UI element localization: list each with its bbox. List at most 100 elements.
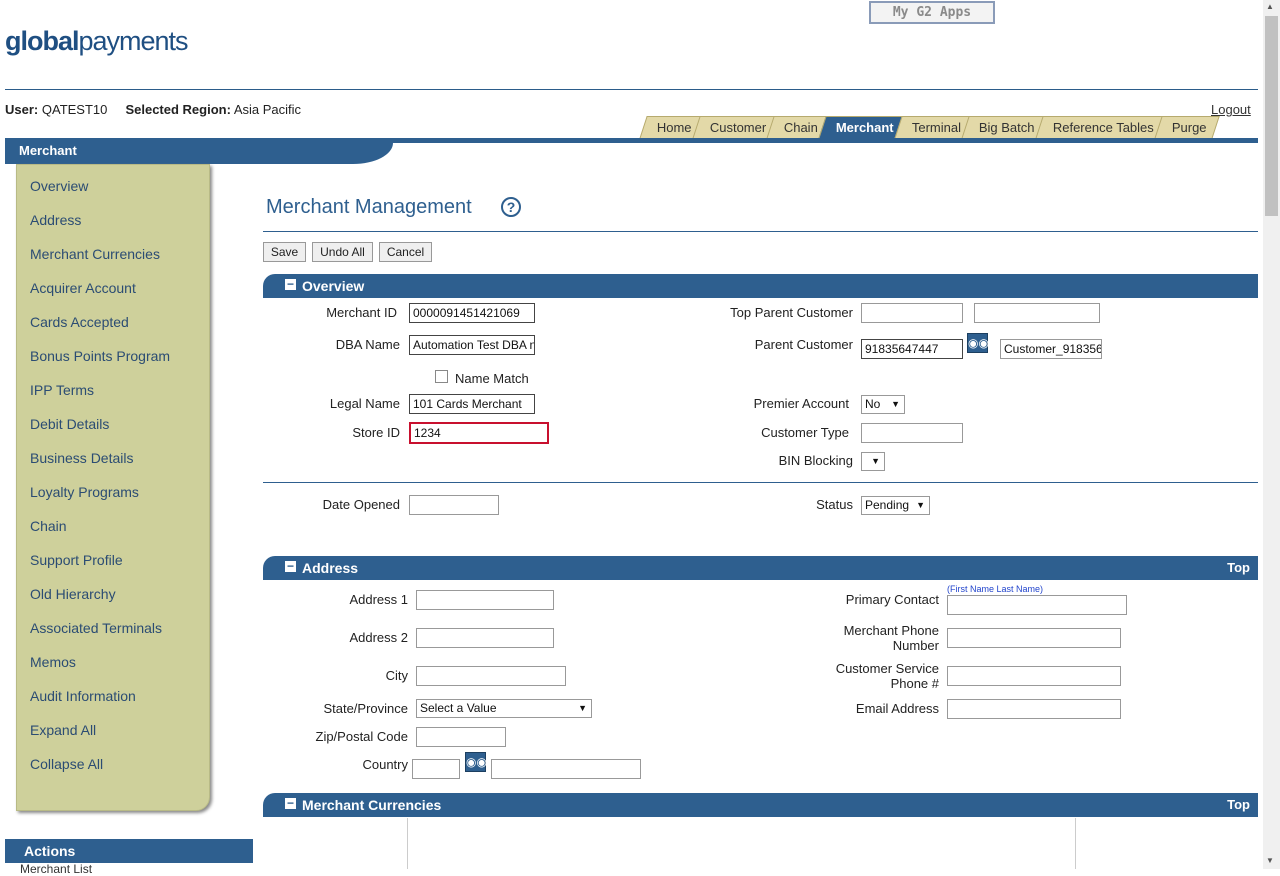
country-label: Country — [362, 757, 408, 772]
parent-customer-name-field[interactable]: Customer_918356 — [1000, 339, 1102, 359]
main-tabs: Home Customer Chain Merchant Terminal Bi… — [639, 116, 1219, 139]
logout-link[interactable]: Logout — [1211, 102, 1251, 117]
zip-label: Zip/Postal Code — [315, 729, 409, 744]
header-divider — [5, 89, 1258, 90]
cancel-button[interactable]: Cancel — [379, 242, 432, 262]
legal-name-field[interactable]: 101 Cards Merchant — [409, 394, 535, 414]
status-select[interactable]: Pending ▼ — [861, 496, 930, 515]
customer-type-field[interactable] — [861, 423, 963, 443]
top-parent-customer-label: Top Parent Customer — [730, 305, 853, 320]
customer-service-phone-field[interactable] — [947, 666, 1121, 686]
binoculars-icon[interactable]: ◉◉ — [967, 333, 989, 353]
tab-reference-tables[interactable]: Reference Tables — [1034, 116, 1167, 139]
minus-icon[interactable]: − — [285, 560, 296, 572]
merchant-currencies-section-header: − Merchant Currencies Top — [263, 793, 1258, 817]
save-button[interactable]: Save — [263, 242, 306, 262]
city-label: City — [385, 668, 408, 683]
top-parent-customer-field[interactable] — [861, 303, 963, 323]
city-field[interactable] — [416, 666, 566, 686]
address1-field[interactable] — [416, 590, 554, 610]
dba-name-field[interactable]: Automation Test DBA n — [409, 335, 535, 355]
scroll-down-icon[interactable]: ▼ — [1266, 856, 1274, 865]
merchant-id-field[interactable]: 0000091451421069 — [409, 303, 535, 323]
store-id-label: Store ID — [352, 425, 400, 440]
tab-merchant[interactable]: Merchant — [818, 116, 907, 139]
merchant-phone-field[interactable] — [947, 628, 1121, 648]
sidebar-item-business-details[interactable]: Business Details — [30, 450, 209, 484]
name-match-checkbox[interactable] — [435, 370, 448, 383]
state-label: State/Province — [323, 701, 408, 716]
actions-header: Actions — [5, 839, 253, 863]
sidebar-item-support-profile[interactable]: Support Profile — [30, 552, 209, 586]
sidebar-item-expand-all[interactable]: Expand All — [30, 722, 209, 756]
nav-bar-curve — [93, 143, 393, 164]
sidebar-item-bonus-points[interactable]: Bonus Points Program — [30, 348, 209, 382]
sidebar-item-address[interactable]: Address — [30, 212, 209, 246]
sidebar-item-ipp-terms[interactable]: IPP Terms — [30, 382, 209, 416]
state-select[interactable]: Select a Value ▼ — [416, 699, 592, 718]
tab-customer[interactable]: Customer — [691, 116, 779, 139]
currencies-table-area — [407, 818, 1076, 869]
date-opened-label: Date Opened — [322, 497, 400, 512]
scrollbar-thumb[interactable] — [1265, 16, 1278, 216]
top-parent-customer-name-field[interactable] — [974, 303, 1100, 323]
email-field[interactable] — [947, 699, 1121, 719]
bin-blocking-select[interactable]: ▼ — [861, 452, 885, 471]
address2-label: Address 2 — [349, 630, 408, 645]
country-code-field[interactable] — [412, 759, 460, 779]
sidebar-item-debit-details[interactable]: Debit Details — [30, 416, 209, 450]
merchant-id-label: Merchant ID — [326, 305, 397, 320]
sidebar-item-loyalty-programs[interactable]: Loyalty Programs — [30, 484, 209, 518]
zip-field[interactable] — [416, 727, 506, 747]
address2-field[interactable] — [416, 628, 554, 648]
address1-label: Address 1 — [349, 592, 408, 607]
top-link[interactable]: Top — [1227, 556, 1250, 580]
sidebar-item-overview[interactable]: Overview — [30, 178, 209, 212]
minus-icon[interactable]: − — [285, 278, 296, 290]
global-payments-logo: globalpayments — [5, 26, 189, 56]
parent-customer-label: Parent Customer — [754, 337, 853, 352]
my-g2-apps-button[interactable]: My G2 Apps — [869, 1, 995, 24]
tab-purge[interactable]: Purge — [1153, 116, 1219, 139]
sidebar-item-acquirer-account[interactable]: Acquirer Account — [30, 280, 209, 314]
primary-contact-hint: (First Name Last Name) — [947, 584, 1044, 594]
binoculars-icon[interactable]: ◉◉ — [465, 752, 487, 772]
legal-name-label: Legal Name — [329, 396, 400, 411]
overview-divider — [263, 482, 1258, 483]
customer-service-phone-label: Customer Service Phone # — [835, 661, 939, 691]
sidebar: Overview Address Merchant Currencies Acq… — [16, 164, 210, 811]
actions-merchant-list-link[interactable]: Merchant List — [20, 862, 92, 876]
sidebar-item-memos[interactable]: Memos — [30, 654, 209, 688]
date-opened-field[interactable] — [409, 495, 499, 515]
sidebar-item-collapse-all[interactable]: Collapse All — [30, 756, 209, 790]
user-info: User: QATEST10 Selected Region: Asia Pac… — [5, 102, 302, 117]
sidebar-item-chain[interactable]: Chain — [30, 518, 209, 552]
address-section-header: − Address Top — [263, 556, 1258, 580]
overview-section-header: − Overview — [263, 274, 1258, 298]
store-id-field[interactable]: 1234 — [409, 422, 549, 444]
sidebar-item-audit-information[interactable]: Audit Information — [30, 688, 209, 722]
name-match-label: Name Match — [455, 371, 529, 386]
minus-icon[interactable]: − — [285, 797, 296, 809]
parent-customer-field[interactable]: 91835647447 — [861, 339, 963, 359]
premier-account-label: Premier Account — [753, 396, 849, 411]
email-label: Email Address — [855, 701, 939, 716]
top-link[interactable]: Top — [1227, 793, 1250, 817]
sidebar-item-cards-accepted[interactable]: Cards Accepted — [30, 314, 209, 348]
primary-contact-label: Primary Contact — [845, 592, 939, 607]
sidebar-item-old-hierarchy[interactable]: Old Hierarchy — [30, 586, 209, 620]
tab-big-batch[interactable]: Big Batch — [961, 116, 1048, 139]
primary-contact-field[interactable] — [947, 595, 1127, 615]
dba-name-label: DBA Name — [335, 337, 400, 352]
scroll-up-icon[interactable]: ▲ — [1266, 2, 1274, 11]
sidebar-item-associated-terminals[interactable]: Associated Terminals — [30, 620, 209, 654]
premier-account-select[interactable]: No ▼ — [861, 395, 905, 414]
merchant-phone-label: Merchant Phone Number — [843, 623, 939, 653]
country-name-field[interactable] — [491, 759, 641, 779]
help-icon[interactable]: ? — [501, 197, 521, 217]
undo-all-button[interactable]: Undo All — [312, 242, 373, 262]
subnav-title: Merchant — [5, 138, 93, 164]
status-label: Status — [816, 497, 853, 512]
sidebar-item-merchant-currencies[interactable]: Merchant Currencies — [30, 246, 209, 280]
page-title: Merchant Management — [266, 196, 472, 218]
